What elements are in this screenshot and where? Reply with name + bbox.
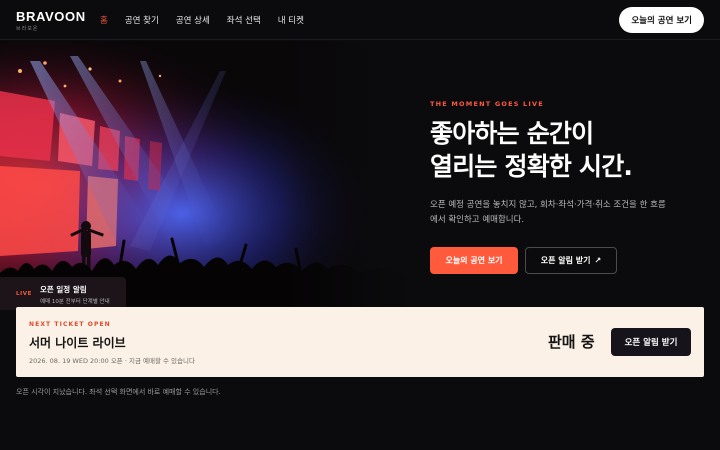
main-nav: 홈 공연 찾기 공연 상세 좌석 선택 내 티켓 bbox=[100, 14, 321, 26]
live-card-title: 오픈 일정 알림 bbox=[40, 285, 87, 294]
today-show-primary-button[interactable]: 오늘의 공연 보기 bbox=[430, 247, 518, 274]
ticket-title: 서머 나이트 라이브 bbox=[29, 336, 126, 350]
live-badge: LIVE bbox=[16, 291, 32, 297]
hero-eyebrow: THE MOMENT GOES LIVE bbox=[430, 100, 544, 108]
brand-logo[interactable]: BRAVOON 브라보온 bbox=[16, 10, 86, 32]
top-header: BRAVOON 브라보온 홈 공연 찾기 공연 상세 좌석 선택 내 티켓 오늘… bbox=[0, 0, 720, 40]
footer-note: 오픈 시각이 지났습니다. 좌석 선택 화면에서 바로 예매할 수 있습니다. bbox=[16, 388, 221, 396]
hero-headline-line-2: 열리는 정확한 시간. bbox=[430, 152, 633, 181]
ticket-meta: 2026. 08. 19 WED 20:00 오픈 · 지금 예매할 수 있습니… bbox=[29, 357, 195, 365]
nav-item-home[interactable]: 홈 bbox=[100, 14, 108, 26]
nav-item-find-show[interactable]: 공연 찾기 bbox=[125, 14, 159, 26]
open-alert-button[interactable]: 오픈 알림 받기 ↗ bbox=[525, 247, 617, 274]
today-show-button[interactable]: 오늘의 공연 보기 bbox=[619, 7, 704, 33]
concert-hero-image bbox=[0, 41, 404, 306]
hero-description: 오픈 예정 공연을 놓치지 않고, 회차·좌석·가격·취소 조건을 한 흐름에서… bbox=[430, 200, 666, 225]
hero-headline: 좋아하는 순간이 열리는 정확한 시간. bbox=[430, 117, 700, 183]
live-card-subtitle: 예매 10분 전부터 단계별 안내 bbox=[40, 299, 110, 305]
sale-status: 판매 중 bbox=[548, 333, 595, 351]
arrow-up-right-icon: ↗ bbox=[594, 256, 602, 265]
next-ticket-panel: NEXT TICKET OPEN 서머 나이트 라이브 2026. 08. 19… bbox=[16, 307, 704, 377]
live-notice-card[interactable]: LIVE 오픈 일정 알림 예매 10분 전부터 단계별 안내 bbox=[0, 277, 126, 310]
nav-item-show-detail[interactable]: 공연 상세 bbox=[176, 14, 210, 26]
brand-name: BRAVOON bbox=[16, 9, 86, 24]
ticket-eyebrow: NEXT TICKET OPEN bbox=[29, 321, 111, 328]
nav-item-seat-select[interactable]: 좌석 선택 bbox=[227, 14, 261, 26]
hero-headline-line-1: 좋아하는 순간이 bbox=[430, 119, 594, 148]
ticket-open-alert-button[interactable]: 오픈 알림 받기 bbox=[611, 328, 691, 356]
brand-tagline: 브라보온 bbox=[16, 26, 39, 32]
nav-item-my-tickets[interactable]: 내 티켓 bbox=[278, 14, 304, 26]
open-alert-button-label: 오픈 알림 받기 bbox=[540, 256, 591, 265]
